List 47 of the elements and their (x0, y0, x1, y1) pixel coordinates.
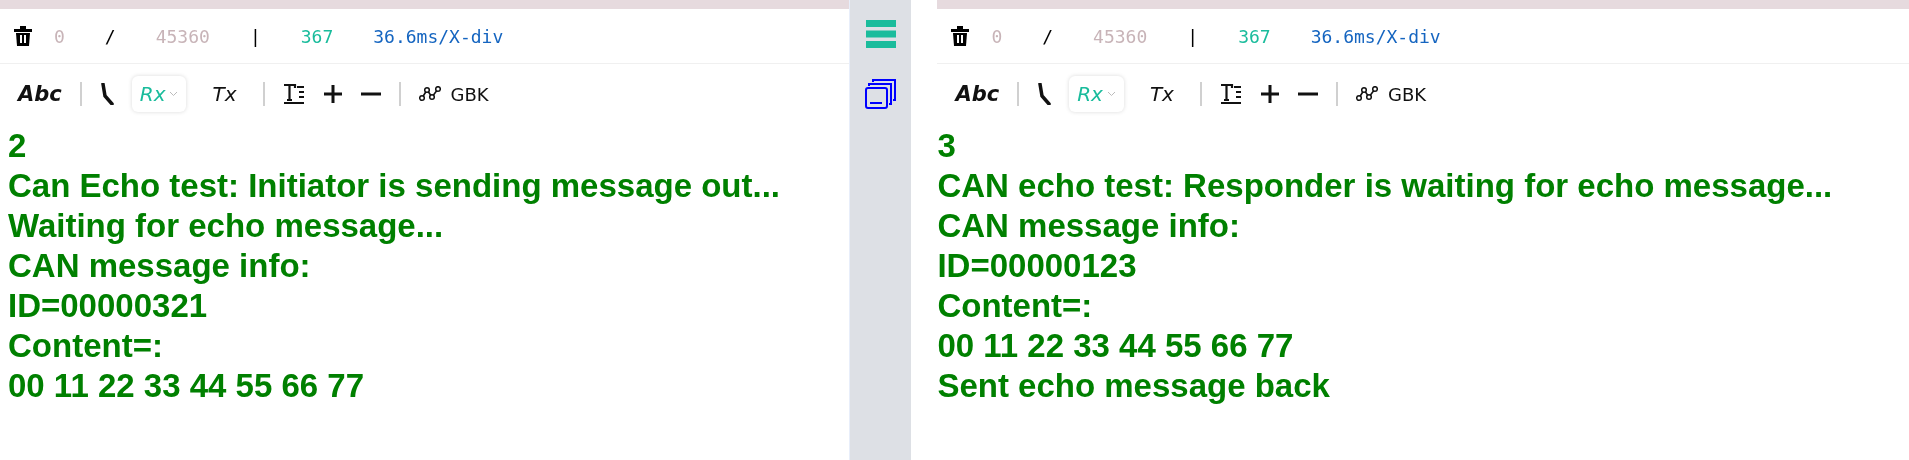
format-button[interactable]: Abc (18, 82, 62, 106)
log-line: Content=: (937, 286, 1094, 326)
total-count: 45360 (1093, 25, 1148, 47)
minus-icon[interactable] (360, 92, 381, 96)
hook-icon[interactable] (99, 83, 114, 105)
chevron-icon (1106, 91, 1116, 97)
divider-text: | (249, 25, 261, 47)
log-line: Waiting for echo message... (8, 206, 445, 246)
format-button[interactable]: Abc (955, 82, 1000, 106)
rate-count: 367 (300, 25, 334, 47)
log-line: Sent echo message back (937, 366, 1331, 406)
slash-text: / (1042, 25, 1054, 47)
encoding-button[interactable]: GBK (418, 83, 489, 105)
text-format-icon[interactable] (1219, 83, 1242, 105)
mode-button[interactable]: Tx (204, 76, 245, 112)
encoding-button[interactable]: GBK (1355, 83, 1427, 105)
received-count: 0 (54, 25, 65, 47)
mode-button[interactable]: Tx (1141, 76, 1182, 112)
plus-icon[interactable] (1259, 84, 1280, 104)
scale-text: 36.6ms/X-div (373, 25, 504, 47)
log-line: CAN message info: (937, 206, 1241, 246)
slash-text: / (104, 25, 116, 47)
trash-icon[interactable] (951, 26, 970, 46)
hook-icon[interactable] (1037, 83, 1052, 105)
divider-text: | (1187, 25, 1199, 47)
log-line: ID=00000321 (8, 286, 209, 326)
stacked-windows-icon[interactable] (864, 78, 897, 110)
scale-text: 36.6ms/X-div (1310, 25, 1441, 47)
received-count: 0 (991, 25, 1003, 47)
log-line: 00 11 22 33 44 55 66 77 (8, 366, 365, 406)
log-line: 00 11 22 33 44 55 66 77 (937, 326, 1295, 366)
log-line: CAN echo test: Responder is waiting for echo message... (937, 166, 1834, 206)
log-line: Can Echo test: Initiator is sending message out... (8, 166, 781, 206)
graph-icon (418, 86, 441, 102)
log-line: 3 (937, 126, 957, 166)
plus-icon[interactable] (322, 84, 343, 104)
rate-count: 367 (1238, 25, 1271, 47)
text-format-icon[interactable] (282, 83, 305, 105)
total-count: 45360 (155, 25, 210, 47)
graph-icon (1355, 86, 1378, 102)
minus-icon[interactable] (1297, 92, 1318, 96)
log-line: CAN message info: (8, 246, 312, 286)
log-line: Content=: (8, 326, 164, 366)
trash-icon[interactable] (14, 26, 32, 46)
log-line: ID=00000123 (937, 246, 1138, 286)
log-line: 2 (8, 126, 28, 166)
chevron-icon (169, 91, 179, 97)
